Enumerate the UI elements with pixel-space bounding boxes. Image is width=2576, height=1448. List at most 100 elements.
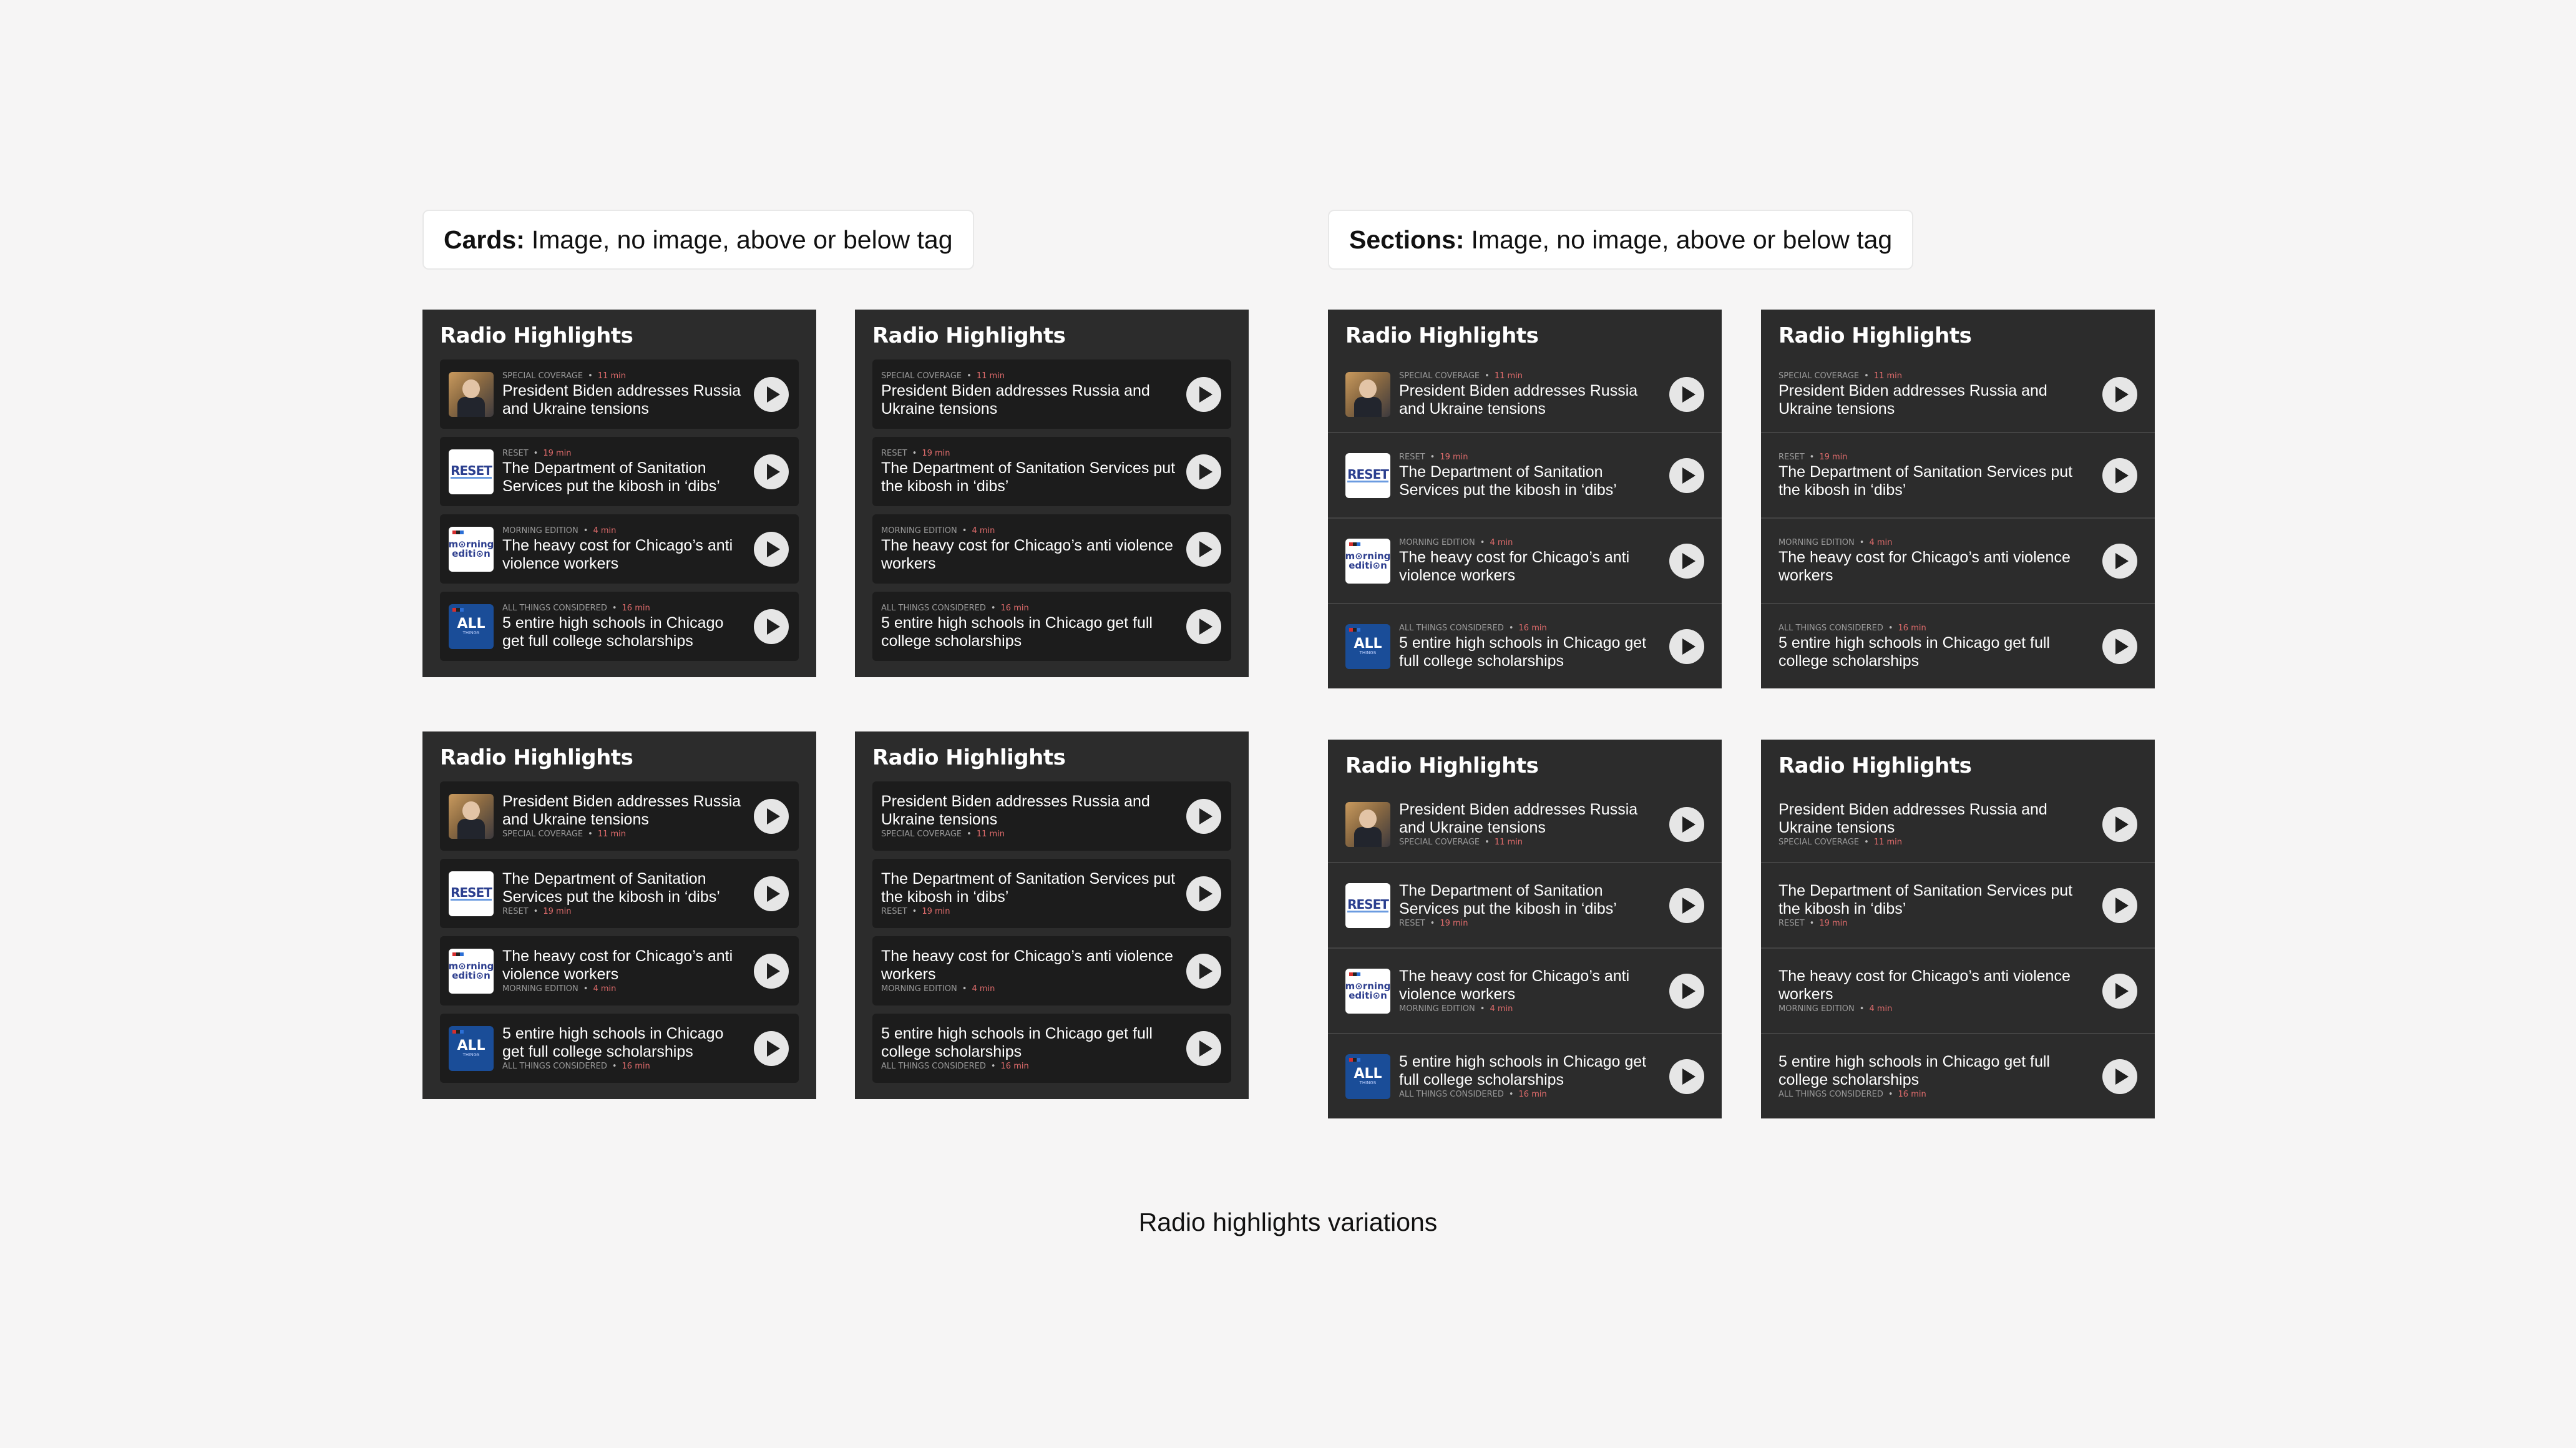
highlight-headline[interactable]: The Department of Sanitation Services pu… [881, 870, 1180, 906]
highlight-headline[interactable]: President Biden addresses Russia and Ukr… [502, 793, 748, 829]
play-icon[interactable] [1186, 953, 1221, 989]
highlight-item[interactable]: President Biden addresses Russia and Ukr… [872, 781, 1231, 851]
highlight-headline[interactable]: The heavy cost for Chicago’s anti violen… [881, 947, 1180, 984]
highlight-item[interactable]: President Biden addresses Russia and Ukr… [1328, 787, 1722, 862]
play-icon[interactable] [754, 376, 789, 412]
play-icon[interactable] [1186, 454, 1221, 489]
play-icon[interactable] [2102, 543, 2137, 579]
play-icon[interactable] [1186, 609, 1221, 644]
highlight-item[interactable]: The heavy cost for Chicago’s anti violen… [872, 936, 1231, 1005]
highlight-headline[interactable]: President Biden addresses Russia and Ukr… [881, 793, 1180, 829]
play-icon[interactable] [754, 1030, 789, 1066]
highlight-item[interactable]: RESET The Department of Sanitation Servic… [1328, 862, 1722, 947]
play-icon[interactable] [1669, 1059, 1704, 1094]
highlight-headline[interactable]: The Department of Sanitation Services pu… [502, 459, 748, 496]
highlight-item[interactable]: m⊙rning editi⊙n Morning Edition • 4 min The h… [440, 514, 799, 584]
highlight-headline[interactable]: President Biden addresses Russia and Ukr… [881, 382, 1180, 418]
highlight-item[interactable]: Special Coverage • 11 min President Biden a… [440, 360, 799, 429]
highlight-item[interactable]: 5 entire high schools in Chicago get ful… [1761, 1033, 2155, 1118]
highlight-headline[interactable]: The Department of Sanitation Services pu… [502, 870, 748, 906]
play-icon[interactable] [1186, 531, 1221, 567]
highlight-headline[interactable]: The heavy cost for Chicago’s anti violen… [1399, 967, 1663, 1004]
highlight-item[interactable]: Special Coverage • 11 min President Biden a… [872, 360, 1231, 429]
highlight-headline[interactable]: The Department of Sanitation Services pu… [1399, 463, 1663, 499]
highlight-headline[interactable]: The Department of Sanitation Services pu… [881, 459, 1180, 496]
highlight-item[interactable]: ALL THINGS All Things Considered • 16 min 5 e… [440, 592, 799, 661]
highlight-headline[interactable]: President Biden addresses Russia and Ukr… [1399, 801, 1663, 837]
tag-separator: • [1888, 623, 1893, 633]
highlight-headline[interactable]: The heavy cost for Chicago’s anti violen… [881, 537, 1180, 573]
play-icon[interactable] [2102, 973, 2137, 1009]
episode-tag: All Things Considered • 16 min [1399, 1089, 1663, 1100]
play-icon[interactable] [1669, 888, 1704, 923]
highlight-item[interactable]: President Biden addresses Russia and Ukr… [1761, 787, 2155, 862]
highlight-item[interactable]: ALL THINGS 5 entire high schools in Chicag… [1328, 1033, 1722, 1118]
play-icon[interactable] [754, 798, 789, 834]
highlight-item[interactable]: Reset • 19 min The Department of Sanitation… [872, 437, 1231, 506]
play-icon[interactable] [1186, 376, 1221, 412]
highlight-headline[interactable]: The heavy cost for Chicago’s anti violen… [502, 537, 748, 573]
play-icon[interactable] [1669, 457, 1704, 493]
play-icon[interactable] [1186, 798, 1221, 834]
play-icon[interactable] [2102, 457, 2137, 493]
highlight-item[interactable]: President Biden addresses Russia and Ukr… [440, 781, 799, 851]
play-icon[interactable] [2102, 377, 2137, 412]
highlight-item[interactable]: All Things Considered • 16 min 5 entire hig… [1761, 603, 2155, 688]
play-icon[interactable] [2102, 1059, 2137, 1094]
play-icon[interactable] [754, 876, 789, 911]
highlight-item[interactable]: 5 entire high schools in Chicago get ful… [872, 1014, 1231, 1083]
highlight-headline[interactable]: President Biden addresses Russia and Ukr… [1399, 382, 1663, 418]
highlight-headline[interactable]: 5 entire high schools in Chicago get ful… [1399, 634, 1663, 670]
play-icon[interactable] [2102, 888, 2137, 923]
highlight-headline[interactable]: The Department of Sanitation Services pu… [1778, 882, 2096, 918]
play-icon[interactable] [1669, 973, 1704, 1009]
play-icon[interactable] [754, 531, 789, 567]
play-icon[interactable] [2102, 629, 2137, 664]
highlight-item[interactable]: m⊙rning editi⊙n Morning Edition • 4 min The h… [1328, 517, 1722, 603]
play-icon[interactable] [1186, 1030, 1221, 1066]
play-icon[interactable] [1669, 629, 1704, 664]
play-icon[interactable] [1669, 543, 1704, 579]
highlight-headline[interactable]: The Department of Sanitation Services pu… [1399, 882, 1663, 918]
highlight-headline[interactable]: 5 entire high schools in Chicago get ful… [502, 614, 748, 650]
highlight-headline[interactable]: 5 entire high schools in Chicago get ful… [1778, 1053, 2096, 1089]
highlight-item[interactable]: RESET The Department of Sanitation Servic… [440, 859, 799, 928]
play-icon[interactable] [754, 953, 789, 989]
highlight-item[interactable]: RESET Reset • 19 min The Department of Sanit… [440, 437, 799, 506]
highlight-item[interactable]: Reset • 19 min The Department of Sanitation… [1761, 432, 2155, 517]
highlight-headline[interactable]: The heavy cost for Chicago’s anti violen… [1778, 549, 2096, 585]
highlight-item[interactable]: All Things Considered • 16 min 5 entire hig… [872, 592, 1231, 661]
highlight-headline[interactable]: The heavy cost for Chicago’s anti violen… [502, 947, 748, 984]
highlight-headline[interactable]: President Biden addresses Russia and Ukr… [1778, 801, 2096, 837]
highlight-text: Reset • 19 min The Department of Sanitation… [881, 448, 1180, 496]
highlight-headline[interactable]: The heavy cost for Chicago’s anti violen… [1778, 967, 2096, 1004]
highlight-item[interactable]: Morning Edition • 4 min The heavy cost for … [1761, 517, 2155, 603]
play-icon[interactable] [1669, 377, 1704, 412]
highlight-headline[interactable]: The heavy cost for Chicago’s anti violen… [1399, 549, 1663, 585]
highlight-item[interactable]: Special Coverage • 11 min President Biden a… [1328, 357, 1722, 432]
play-icon[interactable] [754, 609, 789, 644]
highlight-item[interactable]: ALL THINGS All Things Considered • 16 min 5 e… [1328, 603, 1722, 688]
highlight-headline[interactable]: President Biden addresses Russia and Ukr… [502, 382, 748, 418]
play-icon[interactable] [2102, 807, 2137, 842]
highlight-item[interactable]: Special Coverage • 11 min President Biden a… [1761, 357, 2155, 432]
highlight-item[interactable]: The Department of Sanitation Services pu… [1761, 862, 2155, 947]
highlight-headline[interactable]: 5 entire high schools in Chicago get ful… [1778, 634, 2096, 670]
highlight-item[interactable]: The heavy cost for Chicago’s anti violen… [1761, 947, 2155, 1033]
play-icon[interactable] [754, 454, 789, 489]
highlight-item[interactable]: RESET Reset • 19 min The Department of Sanit… [1328, 432, 1722, 517]
highlight-headline[interactable]: The Department of Sanitation Services pu… [1778, 463, 2096, 499]
morning-edition-logo-icon: m⊙rning editi⊙n [1345, 538, 1390, 584]
highlight-headline[interactable]: 5 entire high schools in Chicago get ful… [1399, 1053, 1663, 1089]
play-icon[interactable] [1669, 807, 1704, 842]
highlight-item[interactable]: m⊙rning editi⊙n The heavy cost for Chicago… [440, 936, 799, 1005]
highlight-headline[interactable]: 5 entire high schools in Chicago get ful… [502, 1025, 748, 1061]
highlight-item[interactable]: The Department of Sanitation Services pu… [872, 859, 1231, 928]
highlight-headline[interactable]: President Biden addresses Russia and Ukr… [1778, 382, 2096, 418]
highlight-headline[interactable]: 5 entire high schools in Chicago get ful… [881, 1025, 1180, 1061]
highlight-item[interactable]: Morning Edition • 4 min The heavy cost for … [872, 514, 1231, 584]
highlight-item[interactable]: ALL THINGS 5 entire high schools in Chicag… [440, 1014, 799, 1083]
highlight-item[interactable]: m⊙rning editi⊙n The heavy cost for Chicago… [1328, 947, 1722, 1033]
highlight-headline[interactable]: 5 entire high schools in Chicago get ful… [881, 614, 1180, 650]
play-icon[interactable] [1186, 876, 1221, 911]
